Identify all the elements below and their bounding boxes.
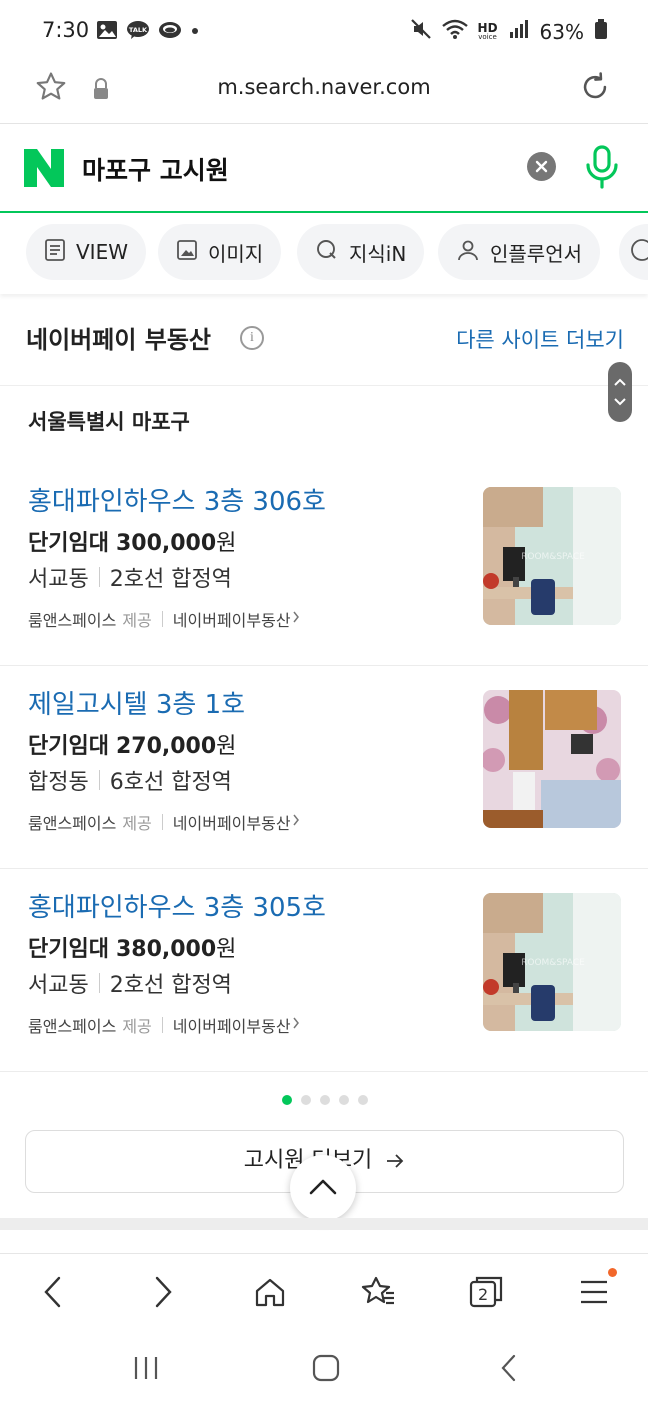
listing-item[interactable]: 홍대파인하우스 3층 306호 단기임대 300,000원 서교동 2호선 합정역… [0,463,648,666]
battery-icon [594,18,608,45]
pagination-dots [282,1095,368,1105]
recent-apps-icon[interactable] [130,1353,162,1387]
svg-text:TALK: TALK [129,26,148,34]
arrow-right-icon [379,1148,405,1173]
document-icon [44,238,66,267]
reload-icon[interactable] [578,70,612,108]
listing-title[interactable]: 홍대파인하우스 3층 305호 [28,887,326,924]
system-back-icon[interactable] [494,1353,524,1387]
listing-title[interactable]: 제일고시텔 3층 1호 [28,684,245,721]
image-icon [176,239,198,266]
tab-view[interactable]: VIEW [26,224,146,280]
chevron-right-icon [291,609,301,629]
svg-text:ROOM&SPACE: ROOM&SPACE [521,552,585,562]
page-dot[interactable] [282,1095,292,1105]
chevron-right-icon [291,1015,301,1035]
forward-icon[interactable] [143,1272,183,1312]
search-input[interactable]: 마포구 고시원 [82,151,229,187]
room-photo[interactable]: ROOM&SPACE [483,487,621,625]
section-header: 네이버페이 부동산 i 다른 사이트 더보기 [0,296,648,386]
page-dot[interactable] [301,1095,311,1105]
listing-source: 룸앤스페이스 제공 네이버페이부동산 [28,607,301,631]
listing-item[interactable]: 제일고시텔 3층 1호 단기임대 270,000원 합정동 6호선 합정역 룸앤스… [0,666,648,869]
source-link[interactable]: 네이버페이부동산 [173,607,291,631]
region-label: 서울특별시 마포구 [28,410,190,434]
url-text[interactable]: m.search.naver.com [0,75,648,99]
tab-influencer[interactable]: 인플루언서 [438,224,600,280]
listing-price: 단기임대 270,000원 [28,734,237,759]
browser-toolbar: 2 [0,1253,648,1331]
tab-images[interactable]: 이미지 [158,224,282,280]
menu-icon[interactable] [574,1272,614,1312]
tab-label: VIEW [76,240,128,264]
status-bar: 7:30 TALK HD voice 63% [0,0,648,62]
signal-icon [508,18,530,45]
listing-title[interactable]: 홍대파인하우스 3층 306호 [28,481,326,518]
kakaotalk-icon: TALK [126,20,150,44]
back-icon[interactable] [33,1272,73,1312]
source-link[interactable]: 네이버페이부동산 [173,1013,291,1037]
fast-scroll-handle[interactable] [608,362,632,422]
notification-dot [608,1268,617,1277]
gallery-icon [96,20,118,44]
q-icon [315,238,339,267]
page-dot[interactable] [339,1095,349,1105]
partial-tab-icon [629,237,648,268]
dot-icon [190,20,200,44]
tab-label: 지식iN [349,241,407,266]
tabs-icon[interactable]: 2 [466,1272,506,1312]
browser-url-bar: m.search.naver.com [0,62,648,124]
tab-kin[interactable]: 지식iN [297,224,425,280]
clear-icon[interactable] [527,152,556,181]
listing-price: 단기임대 300,000원 [28,531,237,556]
mute-icon [410,18,432,45]
page-dot[interactable] [320,1095,330,1105]
tab-label: 이미지 [208,241,264,266]
tab-more[interactable] [619,224,648,280]
section-title: 네이버페이 부동산 [26,326,211,354]
search-tab-row: VIEW 이미지 지식iN 인플루언서 [0,214,648,294]
svg-text:ROOM&SPACE: ROOM&SPACE [521,958,585,968]
listing-price: 단기임대 380,000원 [28,937,237,962]
room-photo[interactable] [483,690,621,828]
tab-count: 2 [478,1285,489,1304]
bookmarks-icon[interactable] [358,1272,398,1312]
listing-source: 룸앤스페이스 제공 네이버페이부동산 [28,1013,301,1037]
microphone-icon[interactable] [584,145,620,193]
page-dot[interactable] [358,1095,368,1105]
tab-label: 인플루언서 [490,241,582,266]
scroll-to-top-button[interactable] [290,1155,356,1221]
listing-location: 합정동 6호선 합정역 [28,770,232,795]
info-icon[interactable]: i [240,326,264,350]
source-link[interactable]: 네이버페이부동산 [173,810,291,834]
other-sites-more-link[interactable]: 다른 사이트 더보기 [456,324,624,354]
search-bar: 마포구 고시원 [0,125,648,213]
naver-logo[interactable] [24,149,64,187]
room-photo[interactable]: ROOM&SPACE [483,893,621,1031]
chevron-right-icon [291,812,301,832]
home-icon[interactable] [250,1272,290,1312]
chat-bubble-icon [158,20,182,44]
listing-source: 룸앤스페이스 제공 네이버페이부동산 [28,810,301,834]
listing-location: 서교동 2호선 합정역 [28,567,232,592]
battery-percent: 63% [539,19,584,44]
wifi-icon [441,18,468,45]
listing-location: 서교동 2호선 합정역 [28,973,232,998]
person-icon [456,238,480,267]
system-nav-bar [0,1331,648,1404]
home-button-icon[interactable] [311,1353,341,1387]
status-time: 7:30 [42,18,90,42]
listing-item[interactable]: 홍대파인하우스 3층 305호 단기임대 380,000원 서교동 2호선 합정역… [0,869,648,1072]
section-divider [0,1218,648,1230]
hd-voice-icon: HD voice [477,21,498,41]
